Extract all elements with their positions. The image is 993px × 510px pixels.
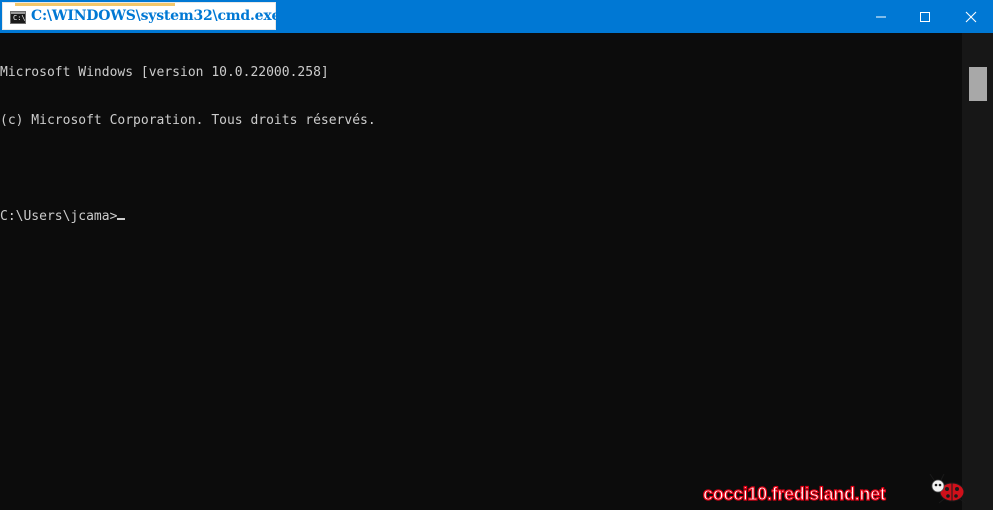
vertical-scrollbar[interactable] — [962, 33, 993, 510]
background-window-strip — [15, 3, 175, 6]
window-title: C:\WINDOWS\system32\cmd.exe — [31, 8, 281, 24]
minimize-button[interactable] — [856, 0, 906, 33]
console-prompt-line[interactable]: C:\Users\jcama> — [0, 209, 960, 225]
console-line-2: (c) Microsoft Corporation. Tous droits r… — [0, 113, 376, 128]
cmd-icon[interactable]: C:\ — [10, 11, 26, 24]
maximize-button[interactable] — [900, 0, 950, 33]
console-prompt: C:\Users\jcama> — [0, 209, 118, 224]
console-output[interactable]: Microsoft Windows [version 10.0.22000.25… — [0, 33, 960, 510]
console-line-3 — [0, 161, 960, 177]
text-cursor — [117, 218, 126, 220]
scrollbar-thumb[interactable] — [969, 67, 987, 101]
close-icon — [965, 11, 977, 23]
cmd-icon-glyph: C:\ — [13, 14, 26, 22]
watermark-text: cocci10.fredisland.net — [702, 483, 886, 504]
title-bar[interactable]: C:\ C:\WINDOWS\system32\cmd.exe — [0, 0, 993, 33]
console-line-1: Microsoft Windows [version 10.0.22000.25… — [0, 65, 329, 80]
window-title-area: C:\ C:\WINDOWS\system32\cmd.exe — [2, 2, 280, 30]
minimize-icon — [876, 16, 886, 18]
close-button[interactable] — [946, 0, 993, 33]
ladybug-icon — [929, 473, 966, 504]
maximize-icon — [920, 12, 930, 22]
